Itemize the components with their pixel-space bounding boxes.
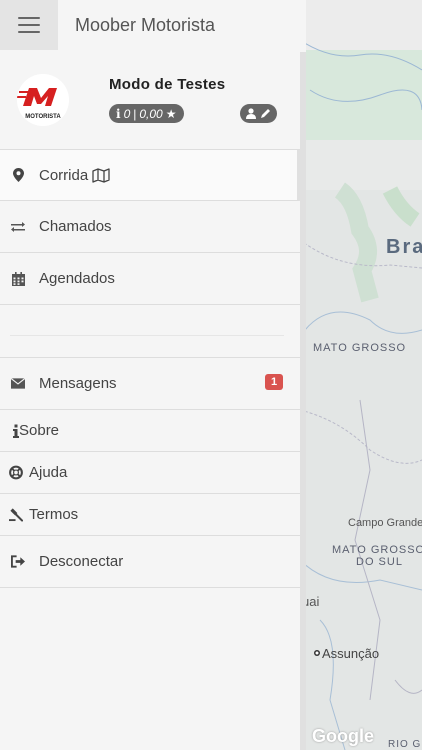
menu-label-corrida: Corrida	[39, 167, 110, 184]
life-ring-icon	[9, 465, 23, 480]
exchange-icon	[11, 220, 25, 234]
moober-logo: MOTORISTA	[17, 74, 69, 126]
menu-label-agendados: Agendados	[39, 270, 115, 287]
menu-label-chamados: Chamados	[39, 218, 112, 235]
side-drawer: MOTORISTA Modo de Testes i 0 | 0,00 ★ Co…	[0, 52, 306, 750]
top-bar: Moober Motorista	[0, 0, 306, 53]
menu-label-mensagens: Mensagens	[39, 375, 117, 392]
menu-item-termos[interactable]: Termos	[0, 494, 300, 536]
menu-item-ajuda[interactable]: Ajuda	[0, 452, 300, 494]
user-icon	[246, 108, 256, 119]
map-label-ms-line2: DO SUL	[356, 556, 403, 568]
star-icon: ★	[165, 106, 177, 121]
gavel-icon	[9, 508, 23, 522]
map-view[interactable]: Bra MATO GROSSO Campo Grande MATO GROSSO…	[300, 0, 422, 750]
map-label-mato-grosso: MATO GROSSO	[313, 342, 407, 354]
rating-badge: i 0 | 0,00 ★	[109, 104, 184, 123]
menu-divider	[0, 305, 300, 358]
menu-toggle-button[interactable]	[0, 0, 58, 50]
unread-messages-badge: 1	[265, 374, 284, 390]
app-title: Moober Motorista	[75, 15, 216, 35]
rating-value: 0,00	[139, 106, 163, 121]
pencil-icon	[261, 109, 270, 118]
map-label-assuncao: Assunção	[322, 646, 380, 661]
rating-separator: |	[133, 106, 137, 121]
menu-item-desconectar[interactable]: Desconectar	[0, 536, 300, 588]
menu-label-desconectar: Desconectar	[39, 553, 124, 570]
profile-name: Modo de Testes	[109, 76, 226, 93]
map-marker-icon	[11, 168, 25, 182]
edit-profile-button[interactable]	[240, 104, 277, 123]
sign-out-icon	[11, 555, 25, 569]
menu-item-agendados[interactable]: Agendados	[0, 253, 300, 305]
google-logo: Google	[312, 726, 374, 746]
map-label-campo-grande: Campo Grande	[348, 517, 422, 529]
profile-header: MOTORISTA Modo de Testes i 0 | 0,00 ★	[0, 52, 300, 150]
envelope-icon	[11, 377, 25, 391]
info-icon: i	[116, 106, 121, 121]
menu-label-ajuda: Ajuda	[29, 464, 68, 481]
menu-label-termos: Termos	[29, 506, 79, 523]
map-icon	[92, 167, 110, 183]
rating-count: 0	[123, 106, 131, 121]
menu-item-chamados[interactable]: Chamados	[0, 201, 300, 253]
map-terrain	[300, 0, 422, 750]
map-label-rio-grande: RIO G	[388, 739, 422, 750]
menu-item-corrida[interactable]: Corrida	[0, 150, 300, 201]
calendar-icon	[11, 271, 25, 286]
hamburger-icon	[18, 17, 40, 33]
map-label-ms-line1: MATO GROSSO	[332, 544, 422, 556]
menu-item-sobre[interactable]: Sobre	[0, 410, 300, 452]
menu-item-mensagens[interactable]: Mensagens 1	[0, 358, 300, 410]
map-label-brasil: Bra	[386, 236, 422, 258]
svg-text:MOTORISTA: MOTORISTA	[25, 114, 61, 120]
menu-label-sobre: Sobre	[19, 422, 60, 439]
